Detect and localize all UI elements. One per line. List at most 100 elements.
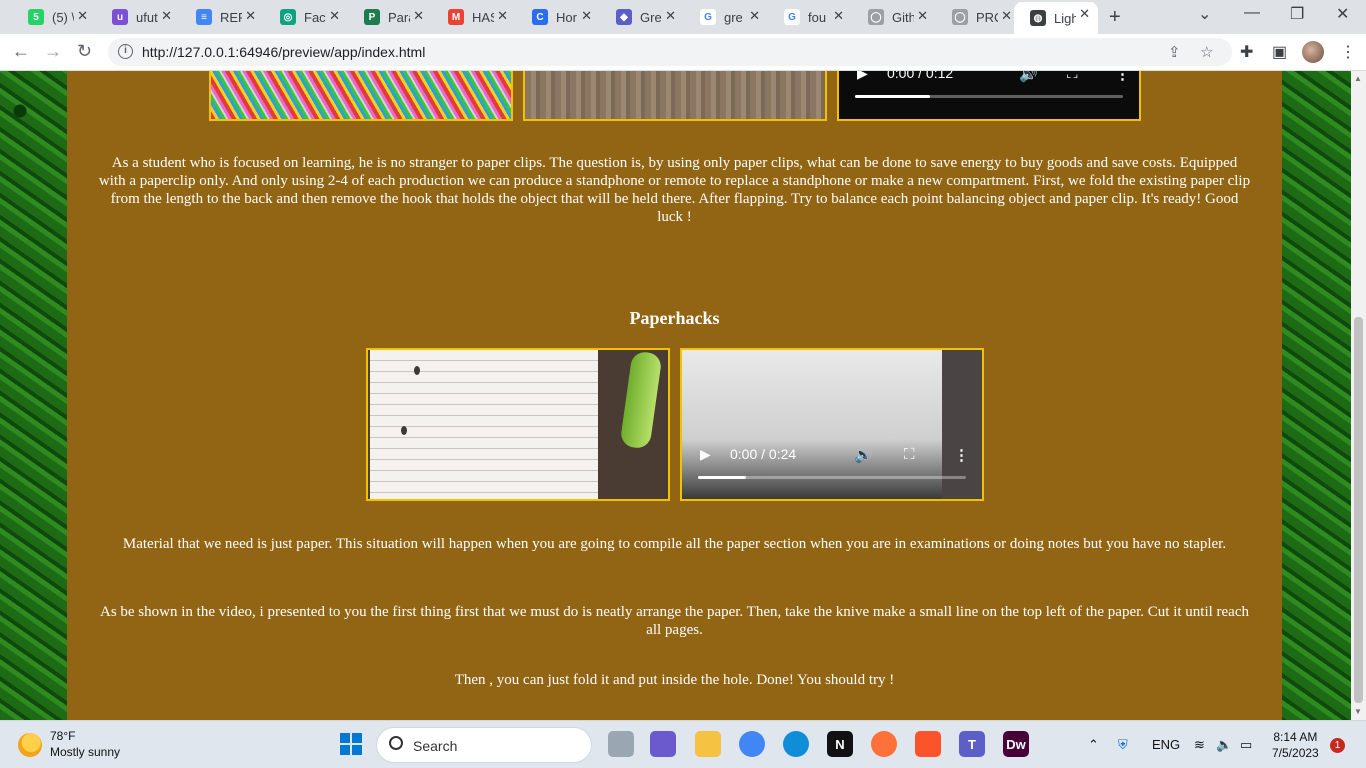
menu-icon[interactable]: ⋮ (1340, 42, 1356, 62)
tab-close-icon[interactable]: ✕ (413, 8, 424, 24)
tab-close-icon[interactable]: ✕ (329, 8, 340, 24)
more-options-icon[interactable]: ⋮ (954, 446, 969, 464)
address-bar[interactable]: i http://127.0.0.1:64946/preview/app/ind… (108, 38, 1232, 66)
taskbar-file-explorer-icon[interactable] (695, 731, 721, 757)
play-icon[interactable]: ▶ (700, 446, 711, 463)
tab-favicon-icon: G (784, 9, 800, 25)
minimize-icon[interactable]: — (1244, 4, 1260, 22)
paperclip-stand-image (523, 71, 827, 121)
tab-favicon-icon: ◯ (952, 9, 968, 25)
search-label: Search (413, 738, 458, 754)
tab-title: HAS (472, 9, 494, 25)
paperhack-video[interactable]: ▶ 0:00 / 0:24 🔊 ⛶ ⋮ (680, 348, 984, 501)
tab-favicon-icon: C (532, 9, 548, 25)
more-options-icon[interactable]: ⋮ (1115, 71, 1130, 83)
taskbar-brave-icon[interactable] (915, 731, 941, 757)
paperclip-video[interactable]: ▶ 0:00 / 0:12 🔊 ⛶ ⋮ (837, 71, 1141, 121)
tab-title: Hor (556, 9, 577, 25)
tab-close-icon[interactable]: ✕ (833, 8, 844, 24)
tab-title: (5) \ (52, 9, 74, 25)
browser-tab[interactable]: ◯ PRC✕ (936, 4, 1020, 30)
forward-icon[interactable]: → (44, 41, 62, 62)
browser-tab[interactable]: u ufut ✕ (96, 4, 180, 30)
tab-close-icon[interactable]: ✕ (581, 8, 592, 24)
fullscreen-icon[interactable]: ⛶ (1067, 71, 1078, 82)
tab-close-icon[interactable]: ✕ (1001, 8, 1012, 24)
tab-close-icon[interactable]: ✕ (749, 8, 760, 24)
tab-favicon-icon: ◆ (616, 9, 632, 25)
scroll-up-icon[interactable]: ▲ (1354, 74, 1362, 83)
browser-tab[interactable]: Gfou ✕ (768, 4, 852, 30)
browser-tab[interactable]: ◯ Gith ✕ (852, 4, 936, 30)
volume-icon[interactable]: 🔊 (854, 446, 873, 464)
play-icon[interactable]: ▶ (857, 71, 868, 82)
volume-icon[interactable]: 🔊 (1019, 71, 1038, 83)
taskbar-firefox-icon[interactable] (871, 731, 897, 757)
tab-close-icon[interactable]: ✕ (665, 8, 676, 24)
tab-close-icon[interactable]: ✕ (497, 8, 508, 24)
scroll-down-icon[interactable]: ▼ (1354, 707, 1362, 716)
notification-badge[interactable]: 1 (1330, 738, 1345, 753)
browser-toolbar: ← → ↻ i http://127.0.0.1:64946/preview/a… (0, 34, 1366, 71)
browser-tab[interactable]: M HAS✕ (432, 4, 516, 30)
new-tab-button[interactable]: + (1109, 6, 1121, 29)
content-column: ▶ 0:00 / 0:12 🔊 ⛶ ⋮ As a student who is … (67, 71, 1282, 720)
paperclip-paragraph: As a student who is focused on learning,… (98, 155, 1251, 225)
start-button[interactable] (338, 731, 364, 757)
tab-title: Faci (304, 9, 326, 25)
fullscreen-icon[interactable]: ⛶ (904, 446, 915, 463)
reload-icon[interactable]: ↻ (77, 41, 92, 62)
tab-title: fou (808, 9, 827, 25)
extensions-icon[interactable]: ✚ (1240, 42, 1253, 62)
volume-icon[interactable]: 🔈 (1216, 737, 1232, 753)
browser-tab[interactable]: Ggre ✕ (684, 4, 768, 30)
url-text[interactable]: http://127.0.0.1:64946/preview/app/index… (142, 44, 425, 60)
chat-icon[interactable] (650, 731, 676, 757)
tab-close-icon[interactable]: ✕ (77, 8, 88, 24)
video-progress[interactable] (855, 95, 1123, 98)
bookmark-star-icon[interactable]: ☆ (1200, 43, 1213, 61)
taskbar-netflix-icon[interactable]: N (827, 731, 853, 757)
profile-avatar[interactable] (1302, 41, 1324, 63)
clock[interactable]: 8:14 AM 7/5/2023 (1272, 729, 1319, 761)
task-view-icon[interactable] (608, 731, 634, 757)
restore-icon[interactable]: ❐ (1290, 4, 1304, 24)
browser-tab[interactable]: ≡ REP✕ (180, 4, 264, 30)
video-time: 0:00 / 0:24 (730, 446, 797, 462)
scrollbar-thumb[interactable] (1354, 317, 1363, 703)
browser-tab[interactable]: ◎ Faci✕ (264, 4, 348, 30)
browser-tab[interactable]: ◍ Ligh ✕ (1014, 2, 1098, 34)
tab-title: Para (388, 9, 410, 25)
browser-tab[interactable]: P Para✕ (348, 4, 432, 30)
back-icon[interactable]: ← (12, 41, 30, 62)
language-indicator[interactable]: ENG (1152, 737, 1180, 752)
security-icon[interactable]: ⛨ (1118, 737, 1128, 753)
site-info-icon[interactable]: i (118, 44, 133, 59)
tab-close-icon[interactable]: ✕ (161, 8, 172, 24)
taskbar-teams-icon[interactable]: T (959, 731, 985, 757)
wifi-icon[interactable]: ≋ (1194, 737, 1205, 753)
taskbar-search[interactable]: Search (376, 727, 592, 763)
tab-close-icon[interactable]: ✕ (917, 8, 928, 24)
taskbar-chrome-icon[interactable] (739, 731, 765, 757)
page-scrollbar[interactable]: ▲ ▼ (1351, 71, 1366, 720)
tab-favicon-icon: M (448, 9, 464, 25)
tab-close-icon[interactable]: ✕ (245, 8, 256, 24)
tab-close-icon[interactable]: ✕ (1079, 6, 1090, 22)
video-progress[interactable] (698, 476, 966, 479)
browser-tab[interactable]: 5 (5) \ ✕ (12, 4, 96, 30)
show-hidden-icons[interactable]: ⌃ (1088, 737, 1099, 753)
video-time: 0:00 / 0:12 (887, 71, 954, 81)
search-icon (389, 736, 403, 750)
done-paragraph: Then , you can just fold it and put insi… (454, 672, 895, 688)
taskbar-dreamweaver-icon[interactable]: Dw (1003, 731, 1029, 757)
close-window-icon[interactable]: ✕ (1336, 4, 1349, 24)
share-icon[interactable]: ⇪ (1168, 43, 1181, 61)
tab-search-icon[interactable]: ⌄ (1198, 4, 1211, 24)
browser-tab[interactable]: ◆ Gre ✕ (600, 4, 684, 30)
side-panel-icon[interactable]: ▣ (1272, 42, 1287, 62)
taskbar-edge-icon[interactable] (783, 731, 809, 757)
paper-cutter-image (366, 348, 670, 501)
battery-icon[interactable]: ▭ (1240, 737, 1252, 753)
browser-tab[interactable]: C Hor ✕ (516, 4, 600, 30)
